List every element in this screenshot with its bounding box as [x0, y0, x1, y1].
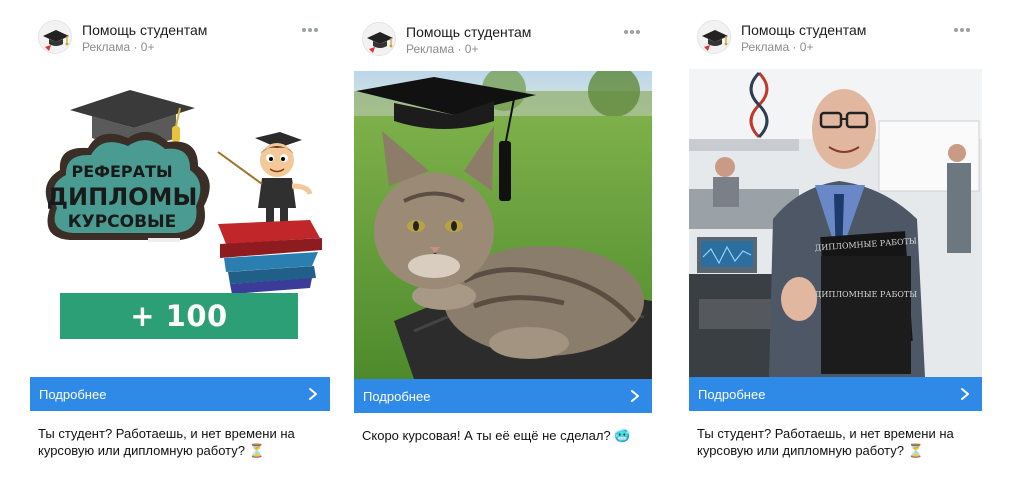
- ad-label: Реклама · 0+: [82, 40, 155, 54]
- graduation-cap-icon: [698, 21, 730, 53]
- avatar[interactable]: [38, 20, 72, 54]
- more-details-button[interactable]: Подробнее: [354, 379, 652, 413]
- more-dots-icon[interactable]: [954, 28, 972, 34]
- reviews-badge: + 100 отзывов: [60, 293, 298, 376]
- more-details-button[interactable]: Подробнее: [30, 377, 330, 411]
- cloud-line-1: РЕФЕРАТЫ: [71, 162, 173, 181]
- ad-image[interactable]: РЕФЕРАТЫ ДИПЛОМЫ КУРСОВЫЕ + 100 отзывов: [30, 68, 330, 376]
- book-title-front: ДИПЛОМНЫЕ РАБОТЫ: [815, 290, 917, 299]
- ad-label: Реклама · 0+: [741, 40, 814, 54]
- ad-label: Реклама · 0+: [406, 42, 479, 56]
- avatar[interactable]: [362, 22, 396, 56]
- more-details-button[interactable]: Подробнее: [689, 377, 982, 411]
- graduation-cap-icon: [39, 21, 71, 53]
- cloud-line-3: КУРСОВЫЕ: [67, 212, 177, 232]
- cta-label: Подробнее: [363, 388, 431, 404]
- ad-image[interactable]: [354, 71, 652, 379]
- ad-caption: Ты студент? Работаешь, и нет времени на …: [38, 426, 295, 458]
- page-name[interactable]: Помощь студентам: [406, 24, 531, 40]
- cloud-line-2: ДИПЛОМЫ: [46, 183, 198, 211]
- page-name[interactable]: Помощь студентам: [741, 22, 866, 38]
- ad-header: Помощь студентам Реклама · 0+: [689, 18, 982, 58]
- cat-photo: [354, 71, 652, 379]
- cta-label: Подробнее: [39, 386, 107, 402]
- ad-header: Помощь студентам Реклама · 0+: [354, 20, 652, 60]
- chevron-right-icon: [631, 390, 639, 402]
- ad-header: Помощь студентам Реклама · 0+: [30, 18, 330, 58]
- more-dots-icon[interactable]: [624, 30, 642, 36]
- ad-image[interactable]: ДИПЛОМНЫЕ РАБОТЫ ДИПЛОМНЫЕ РАБОТЫ: [689, 69, 982, 377]
- avatar[interactable]: [697, 20, 731, 54]
- page-name[interactable]: Помощь студентам: [82, 22, 207, 38]
- more-dots-icon[interactable]: [302, 28, 320, 34]
- cta-label: Подробнее: [698, 386, 766, 402]
- chevron-right-icon: [961, 388, 969, 400]
- chevron-right-icon: [309, 388, 317, 400]
- ad-caption: Ты студент? Работаешь, и нет времени на …: [697, 426, 954, 458]
- ad-caption: Скоро курсовая! А ты её ещё не сделал? 🥶: [362, 428, 631, 443]
- lab-photo: ДИПЛОМНЫЕ РАБОТЫ ДИПЛОМНЫЕ РАБОТЫ: [689, 69, 982, 377]
- graduation-cap-icon: [363, 23, 395, 55]
